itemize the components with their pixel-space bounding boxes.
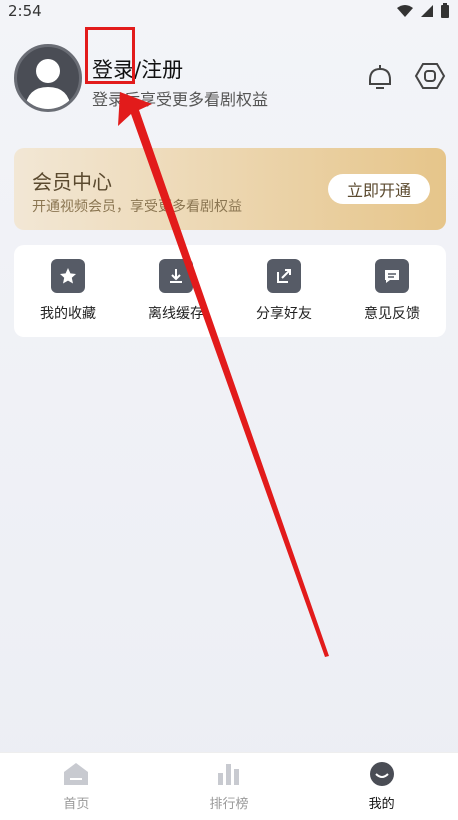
quick-item-feedback[interactable]: 意见反馈 [344,259,440,323]
quick-item-share[interactable]: 分享好友 [236,259,332,323]
quick-item-favorites[interactable]: 我的收藏 [20,259,116,323]
tab-label: 我的 [368,797,395,812]
bottom-tab-bar: 首页 排行榜 我的 [0,752,458,820]
annotation-arrow [118,92,329,657]
default-avatar-icon [25,59,71,109]
status-icons [396,3,450,19]
notification-button[interactable] [364,60,396,92]
tab-mine[interactable]: 我的 [322,761,442,812]
chart-icon [217,764,239,785]
vip-center-card[interactable]: 会员中心 开通视频会员，享受更多看剧权益 立即开通 [14,148,446,230]
login-subtitle: 登录后享受更多看剧权益 [92,90,269,109]
wifi-icon [397,5,413,17]
quick-item-label: 分享好友 [256,306,312,322]
tab-home[interactable]: 首页 [16,761,136,812]
feedback-icon [375,259,409,293]
battery-icon [441,3,449,18]
avatar[interactable] [14,44,82,112]
quick-item-label: 意见反馈 [364,306,420,322]
vip-subtitle: 开通视频会员，享受更多看剧权益 [32,199,242,215]
open-vip-button[interactable]: 立即开通 [328,174,430,204]
home-icon [64,763,89,785]
quick-item-offline-cache[interactable]: 离线缓存 [128,259,224,323]
status-time: 2:54 [8,2,42,20]
profile-header: 登录/注册 登录后享受更多看剧权益 [0,40,458,120]
signal-icon [421,5,433,17]
profile-icon [369,762,394,786]
download-icon [159,259,193,293]
tab-label: 排行榜 [209,797,249,812]
quick-actions: 我的收藏 离线缓存 分享好友 意见反馈 [14,245,446,337]
login-register-link[interactable]: 登录/注册 [92,54,183,84]
vip-title: 会员中心 [32,170,112,194]
bell-icon [369,65,391,89]
quick-item-label: 离线缓存 [148,306,204,322]
tab-ranking[interactable]: 排行榜 [169,761,289,812]
settings-icon [414,63,446,89]
settings-button[interactable] [414,60,446,92]
quick-item-label: 我的收藏 [40,306,96,322]
tab-label: 首页 [63,797,90,812]
status-bar: 2:54 [0,0,458,22]
share-icon [267,259,301,293]
star-icon [51,259,85,293]
